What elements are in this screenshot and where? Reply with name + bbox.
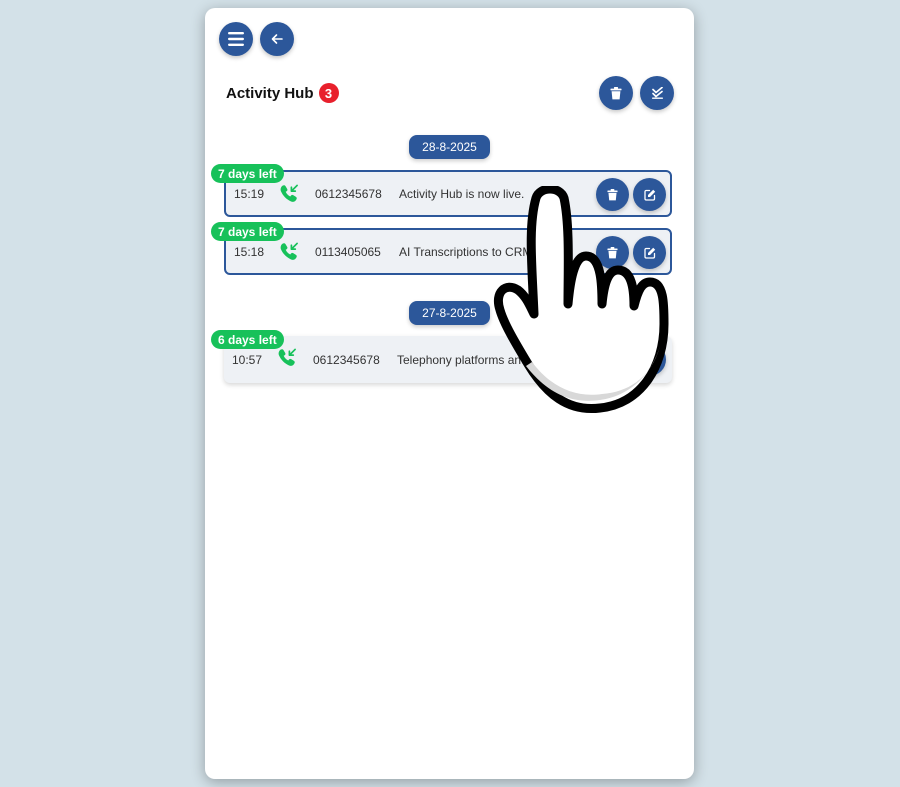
edit-icon (643, 247, 655, 259)
item-message: Activity Hub is now live. (399, 186, 525, 201)
double-check-icon (651, 87, 663, 99)
trash-icon (607, 188, 618, 200)
days-left-badge: 7 days left (211, 222, 284, 241)
edit-item-button[interactable] (633, 178, 666, 211)
hamburger-menu-icon (228, 32, 244, 46)
item-phone-number: 0612345678 (313, 352, 380, 367)
mark-all-read-button[interactable] (640, 76, 674, 110)
days-left-badge: 6 days left (211, 330, 284, 349)
activity-item[interactable]: 15:19 0612345678 Activity Hub is now liv… (224, 170, 672, 217)
delete-item-button[interactable] (596, 236, 629, 269)
activity-item[interactable]: 15:18 0113405065 AI Transcriptions to CR… (224, 228, 672, 275)
item-message: Telephony platforms and (397, 352, 528, 367)
edit-item-button[interactable] (633, 343, 666, 376)
item-time: 15:18 (234, 244, 265, 259)
activity-item[interactable]: 10:57 0612345678 Telephony platforms and (224, 336, 672, 383)
arrow-left-icon (271, 34, 283, 44)
edit-icon (643, 354, 655, 366)
delete-all-button[interactable] (599, 76, 633, 110)
days-left-badge: 7 days left (211, 164, 284, 183)
date-divider: 28-8-2025 (409, 135, 490, 159)
incoming-call-icon (280, 242, 299, 264)
edit-icon (643, 189, 655, 201)
delete-item-button[interactable] (596, 178, 629, 211)
page-title: Activity Hub (226, 84, 314, 102)
page-title-row: Activity Hub 3 (226, 83, 339, 103)
edit-item-button[interactable] (633, 236, 666, 269)
trash-icon (607, 246, 618, 258)
app-window: Activity Hub 3 28-8-2025 15:19 061234567… (205, 8, 694, 779)
item-time: 15:19 (234, 186, 265, 201)
incoming-call-icon (280, 184, 299, 206)
trash-icon (610, 86, 622, 99)
item-phone-number: 0113405065 (315, 244, 381, 259)
back-button[interactable] (260, 22, 294, 56)
unread-count-badge: 3 (318, 83, 339, 103)
item-time: 10:57 (232, 352, 263, 367)
menu-button[interactable] (219, 22, 253, 56)
item-message: AI Transcriptions to CRM – s (399, 244, 552, 259)
incoming-call-icon (278, 348, 297, 370)
date-divider: 27-8-2025 (409, 301, 490, 325)
item-phone-number: 0612345678 (315, 186, 382, 201)
